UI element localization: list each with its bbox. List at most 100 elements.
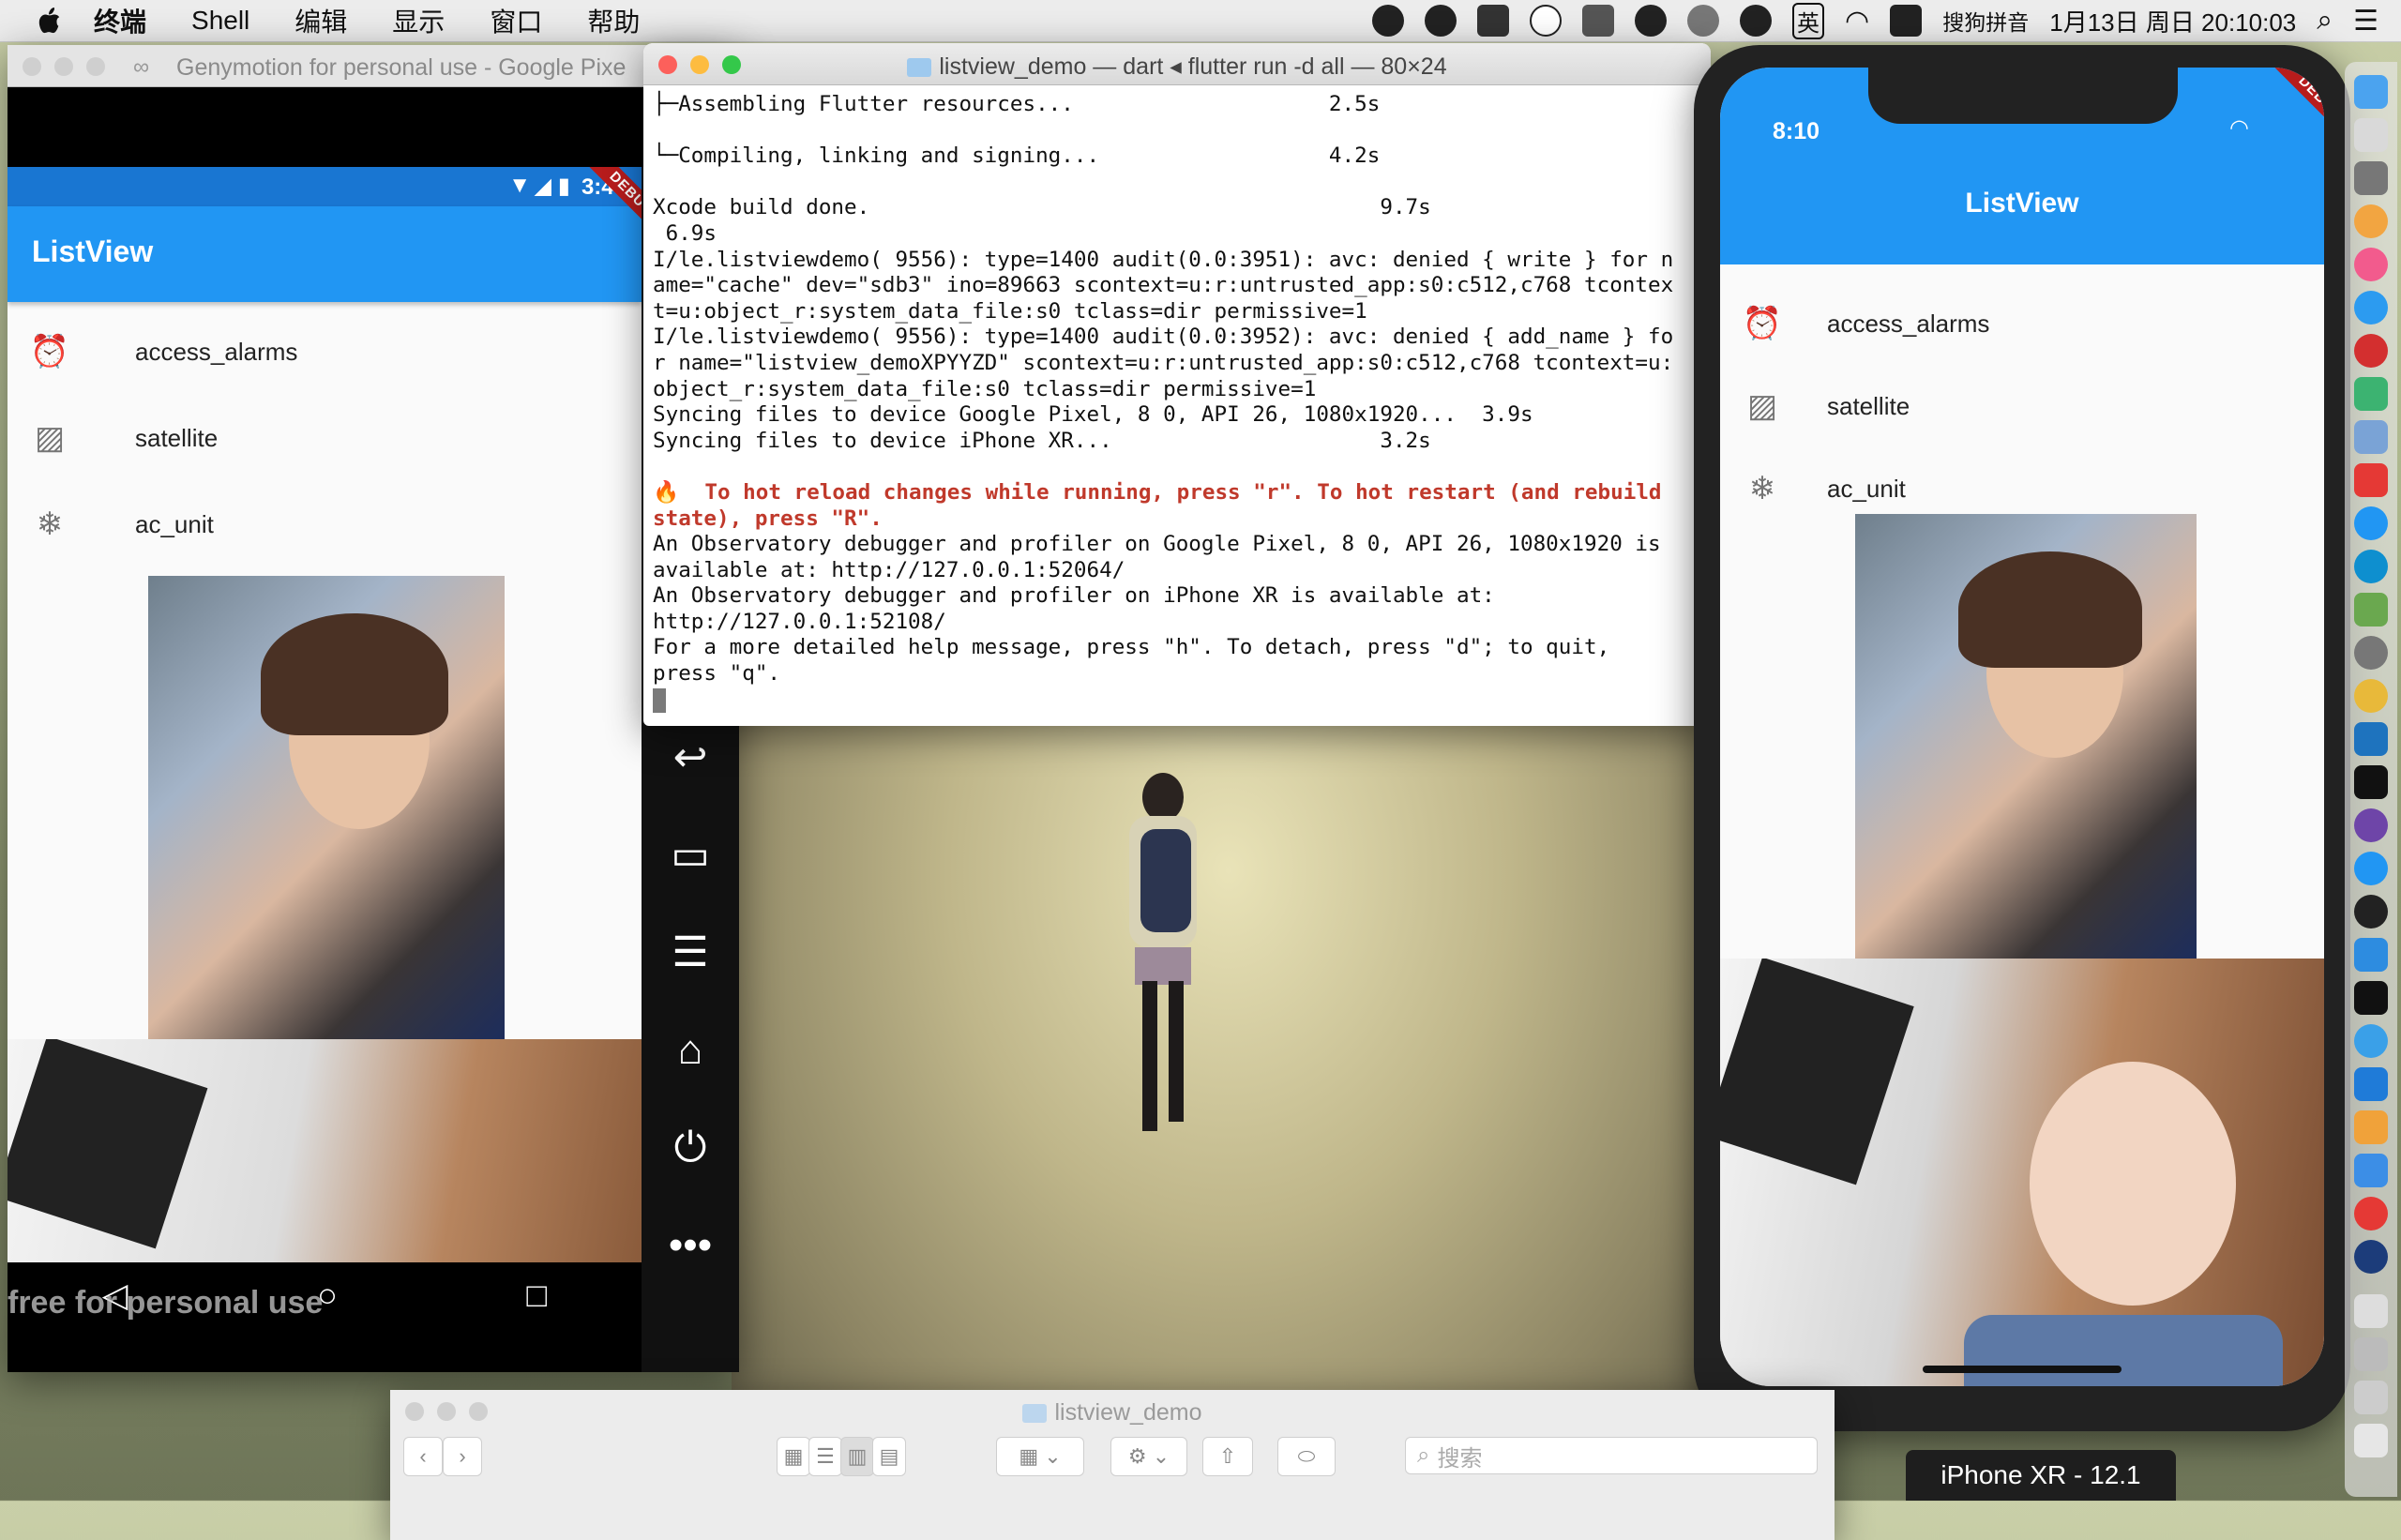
stack-icon[interactable] [2354,1381,2388,1414]
tag-icon[interactable]: ⬭ [1277,1437,1336,1476]
list-item[interactable]: ▨ satellite [1744,364,1910,448]
documents-stack-icon[interactable] [2354,1337,2388,1371]
launchpad-icon[interactable] [2354,118,2388,152]
terminal-titlebar[interactable]: listview_demo — dart ◂ flutter run -d al… [643,43,1711,85]
quicktime-icon[interactable] [2354,1240,2388,1274]
list-item[interactable]: ⏰ access_alarms [1743,281,1990,366]
group-by-button[interactable]: ▦ ⌄ [996,1437,1084,1476]
emoji-tray-icon[interactable] [1740,5,1773,37]
wechat-dock-icon[interactable] [2354,377,2388,411]
maps-icon[interactable] [2354,852,2388,885]
ac-unit-icon: ❄ [1748,471,1776,506]
access-alarms-icon: ⏰ [29,334,70,370]
list-item[interactable]: ❄ ac_unit [32,482,214,566]
column-view-button[interactable]: ▥ [840,1437,874,1476]
more-icon[interactable]: ••• [662,1217,718,1274]
menubar-clock[interactable]: 1月13日 周日 20:10:03 [2049,4,2296,38]
app-title: ListView [1965,188,2079,219]
list-photo-1 [1855,514,2197,959]
list-item[interactable]: ⏰ access_alarms [29,310,298,394]
terminal-output[interactable]: ├─Assembling Flutter resources... 2.5s └… [653,92,1701,714]
sogou-icon[interactable] [1890,5,1923,37]
zoom-button[interactable] [86,57,105,76]
chrome-icon[interactable] [2354,679,2388,713]
share-icon[interactable]: ⇧ [1202,1437,1253,1476]
genymotion-dock-icon[interactable] [2354,1110,2388,1144]
power-icon[interactable]: ⏻ [662,1120,718,1176]
menu-extras: 英 ◠ 搜狗拼音 1月13日 周日 20:10:03 ⌕ ☰ [1372,0,2378,41]
tray-app-icon[interactable] [1372,5,1405,37]
simulator-icon[interactable] [2354,1024,2388,1058]
webstorm-icon[interactable] [2354,765,2388,799]
photos-icon[interactable] [2354,204,2388,238]
input-method-label[interactable]: 搜狗拼音 [1942,5,2029,37]
rocket-icon[interactable] [2354,161,2388,195]
terminal-dock-icon[interactable] [2354,981,2388,1015]
menu-app-name[interactable]: 终端 [94,2,146,39]
youdao-icon[interactable] [2354,463,2388,497]
notification-center-icon[interactable]: ☰ [2353,5,2378,38]
markdown-icon[interactable] [2354,550,2388,583]
minimize-button[interactable] [54,57,73,76]
terminal-line: t=u:object_r:system_data_file:s0 tclass=… [653,298,1367,324]
system-prefs-icon[interactable] [2354,636,2388,670]
bird-tray-icon[interactable] [1477,5,1510,37]
menu-window[interactable]: 窗口 [490,2,542,39]
cloud-tray-icon[interactable] [1687,5,1720,37]
safari-icon[interactable] [2354,506,2388,540]
menu-edit[interactable]: 编辑 [294,2,347,39]
home-indicator[interactable] [1923,1366,2122,1373]
red-app-icon[interactable] [2354,334,2388,368]
genymotion-player-icon[interactable] [2354,1197,2388,1230]
apple-menu-icon[interactable] [38,8,62,34]
dock [2345,62,2397,1497]
github-icon[interactable] [2354,808,2388,842]
wechat-icon[interactable] [1425,5,1457,37]
folder-icon [1022,1404,1048,1424]
home-button-icon[interactable]: ⌂ [662,1022,718,1079]
list-view-button[interactable]: ☰ [808,1437,842,1476]
rotate-icon[interactable]: ↩ [662,730,718,786]
finder-titlebar[interactable]: listview_demo [390,1390,1835,1431]
blue-app-icon[interactable] [2354,1067,2388,1101]
qq-dock-icon[interactable] [2354,895,2388,929]
terminal-line: 🔥 To hot reload changes while running, p… [653,479,1662,505]
trash-icon[interactable] [2354,1424,2388,1457]
iphone-notch [1868,68,2178,124]
finder-icon[interactable] [2354,75,2388,109]
menu-help[interactable]: 帮助 [587,2,640,39]
icon-view-button[interactable]: ▦ [777,1437,810,1476]
send-tray-icon[interactable] [1582,5,1615,37]
wifi-icon: ▼ [508,173,531,198]
genymotion-titlebar[interactable]: ∞ Genymotion for personal use - Google P… [8,45,739,87]
menu-shell[interactable]: Shell [191,6,249,36]
spotlight-search-icon[interactable]: ⌕ [2317,5,2333,37]
terminal-line: press "q". [653,661,781,687]
chat-tray-icon[interactable] [1530,5,1563,37]
action-gear-icon[interactable]: ⚙ ⌄ [1110,1437,1187,1476]
ios-screen[interactable]: 8:10 ◠ ListView DEBUG ⏰ access_alarms ▨ … [1720,68,2324,1386]
qq-icon[interactable] [1635,5,1668,37]
list-item-label: access_alarms [1827,309,1990,338]
menu-icon[interactable]: ☰ [662,925,718,981]
xcode-icon[interactable] [2354,938,2388,972]
mail-icon[interactable] [2354,1154,2388,1187]
downloads-stack-icon[interactable] [2354,1294,2388,1328]
close-button[interactable] [23,57,41,76]
list-item[interactable]: ▨ satellite [32,396,218,480]
input-lang-badge[interactable]: 英 [1792,2,1825,39]
back-button[interactable]: ‹ [403,1437,443,1476]
music-icon[interactable] [2354,248,2388,281]
recent-apps-icon[interactable]: ▭ [662,827,718,883]
gallery-view-button[interactable]: ▤ [872,1437,906,1476]
menu-view[interactable]: 显示 [392,2,445,39]
recents-icon[interactable]: □ [526,1276,547,1315]
wifi-icon[interactable]: ◠ [1845,5,1869,38]
forward-button[interactable]: › [443,1437,482,1476]
preview-icon[interactable] [2354,420,2388,454]
search-field[interactable]: ⌕ 搜索 [1405,1437,1818,1474]
vscode-icon[interactable] [2354,722,2388,756]
app-store-icon[interactable] [2354,291,2388,325]
android-screen[interactable]: ▼ ◢ ▮ 3:45 ListView DEBUG ⏰ access_alarm… [8,167,642,1262]
android-studio-icon[interactable] [2354,593,2388,627]
